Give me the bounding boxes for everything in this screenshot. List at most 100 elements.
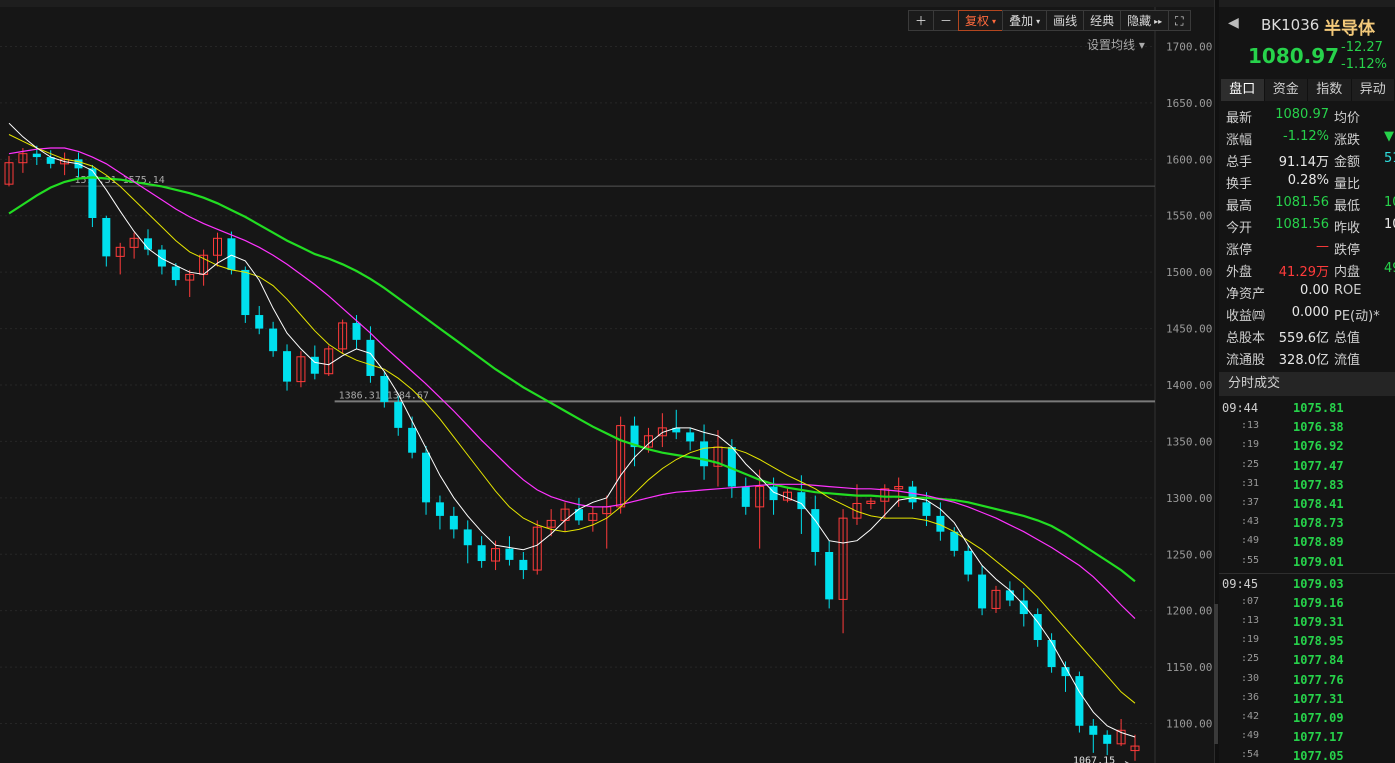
tick-price: 1079.03: [1293, 576, 1344, 591]
candle-body: [519, 559, 528, 571]
tick-row: :55 1079.01: [1219, 553, 1395, 572]
tick-time: :55: [1241, 554, 1260, 566]
kline-plot[interactable]: 1700.00 1650.00 1600.00 1550.00 1500.00 1450.…: [0, 7, 1214, 763]
ma60-line: [8, 176, 1136, 583]
ma10-line: [8, 134, 1136, 704]
y-axis-label: 1450.00: [1166, 323, 1212, 336]
candle-body: [1103, 734, 1112, 744]
candle-body: [241, 269, 250, 316]
quote-label-2: 总值: [1334, 331, 1361, 346]
y-axis-label: 1550.00: [1166, 210, 1212, 223]
quote-row: 涨停 — 跌停: [1219, 237, 1395, 259]
ma-setting-button[interactable]: 设置均线 ▾: [1087, 36, 1145, 53]
scrollbar[interactable]: [1214, 604, 1218, 744]
tab-3[interactable]: 异动: [1351, 79, 1395, 101]
tick-price: 1077.76: [1293, 672, 1344, 687]
candle-body: [686, 432, 695, 442]
tick-row: 09:44 1075.81: [1219, 399, 1395, 418]
quote-row: 流通股 328.0亿 流值: [1219, 347, 1395, 369]
tick-price: 1079.16: [1293, 595, 1344, 610]
tick-time: :54: [1241, 749, 1260, 761]
tick-price: 1077.47: [1293, 458, 1344, 473]
quote-value-2: 10: [1384, 217, 1395, 232]
chart-toolbar: ＋－复权 ▾ 叠加 ▾ 画线 经典 隐藏 ▸▸ ⛶: [908, 10, 1191, 31]
tick-row: :07 1079.16: [1219, 594, 1395, 613]
quote-value-2: 49: [1384, 261, 1395, 276]
zoom-in-button[interactable]: ＋: [908, 10, 935, 31]
tick-price: 1078.41: [1293, 496, 1344, 511]
candle-body: [88, 168, 97, 219]
kline-chart[interactable]: 1700.00 1650.00 1600.00 1550.00 1500.00 1450.…: [0, 7, 1214, 763]
tick-list-title[interactable]: 分时成交: [1219, 372, 1395, 396]
y-axis-label: 1600.00: [1166, 153, 1212, 166]
panel-header: ◀ BK1036 半导体 1080.97 -12.27 -1.12%: [1219, 7, 1395, 79]
draw-line-button[interactable]: 画线: [1046, 10, 1085, 31]
quote-value-2: ▼: [1384, 129, 1394, 144]
quote-row: 涨幅 -1.12% 涨跌 ▼: [1219, 127, 1395, 149]
tick-price: 1077.05: [1293, 749, 1344, 763]
candle-body: [505, 548, 514, 560]
y-axis-label: 1400.00: [1166, 379, 1212, 392]
candle-body: [964, 550, 973, 575]
tick-time: :07: [1241, 595, 1260, 607]
y-axis-label: 1350.00: [1166, 435, 1212, 448]
tick-row: :19 1076.92: [1219, 437, 1395, 456]
candle-body: [366, 339, 375, 376]
quote-row: 收益㈣ 0.000 PE(动)*: [1219, 303, 1395, 325]
tick-time: :25: [1241, 653, 1260, 665]
quote-value: 41.29万: [1278, 265, 1329, 280]
quote-label-2: 流值: [1334, 353, 1361, 368]
tick-row: :49 1077.17: [1219, 728, 1395, 747]
back-arrow-icon[interactable]: ◀: [1228, 15, 1239, 31]
quote-value: 0.00: [1300, 283, 1329, 298]
candle-body: [422, 452, 431, 503]
tick-list[interactable]: 09:44 1075.81:13 1076.38:19 1076.92:25 1077.…: [1219, 399, 1395, 763]
tick-price: 1078.73: [1293, 516, 1344, 531]
tab-1[interactable]: 资金: [1264, 79, 1308, 101]
hide-button[interactable]: 隐藏 ▸▸: [1120, 10, 1170, 31]
candle-body: [435, 502, 444, 516]
candle-body: [283, 351, 292, 382]
y-axis-label: 1700.00: [1166, 40, 1212, 53]
tick-row: :49 1078.89: [1219, 533, 1395, 552]
tick-price: 1076.92: [1293, 439, 1344, 454]
quote-label-2: 昨收: [1334, 221, 1361, 236]
quote-panel: ◀ BK1036 半导体 1080.97 -12.27 -1.12% 盘口 资金指…: [1219, 7, 1395, 763]
tick-row: :37 1078.41: [1219, 495, 1395, 514]
y-axis-label: 1200.00: [1166, 605, 1212, 618]
overlay-dropdown[interactable]: 叠加 ▾: [1002, 10, 1048, 31]
candle-body: [449, 515, 458, 530]
quote-value: 328.0亿: [1278, 353, 1329, 368]
tick-time: :43: [1241, 516, 1260, 528]
candle-body: [825, 551, 834, 600]
quote-label-2: 量比: [1334, 177, 1361, 192]
tick-time: :31: [1241, 477, 1260, 489]
candle-body: [477, 545, 486, 562]
quote-row: 净资产 0.00 ROE: [1219, 281, 1395, 303]
tick-price: 1077.17: [1293, 730, 1344, 745]
classic-button[interactable]: 经典: [1083, 10, 1122, 31]
candle-body: [102, 218, 111, 257]
tick-row: :25 1077.84: [1219, 651, 1395, 670]
adjust-dropdown[interactable]: 复权 ▾: [958, 10, 1004, 31]
candle-body: [811, 509, 820, 552]
candle-body: [700, 441, 709, 467]
quote-value-2: 51: [1384, 151, 1395, 166]
candle-body: [463, 529, 472, 546]
quote-row: 总股本 559.6亿 总值: [1219, 325, 1395, 347]
candle-body: [1005, 590, 1014, 601]
quote-label-2: 内盘: [1334, 265, 1361, 280]
tick-price: 1076.38: [1293, 420, 1344, 435]
y-axis-label: 1300.00: [1166, 492, 1212, 505]
zoom-out-button[interactable]: －: [933, 10, 960, 31]
tick-price: 1075.81: [1293, 401, 1344, 415]
price-change-pct: -1.12%: [1341, 57, 1387, 72]
fullscreen-icon[interactable]: ⛶: [1168, 10, 1191, 31]
quote-value: —: [1316, 239, 1329, 254]
tab-0[interactable]: 盘口: [1221, 79, 1265, 101]
candle-body: [227, 238, 236, 270]
tab-2[interactable]: 指数: [1308, 79, 1352, 101]
tick-time: 09:45: [1222, 576, 1259, 591]
candle-body: [408, 427, 417, 453]
tick-row: :25 1077.47: [1219, 457, 1395, 476]
